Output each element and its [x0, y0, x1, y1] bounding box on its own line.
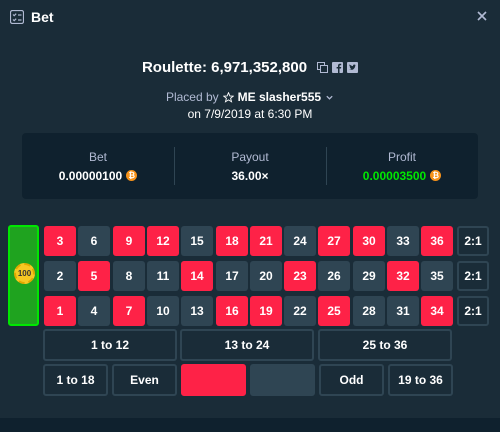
stat-payout-label: Payout — [231, 149, 269, 164]
number-cell-22[interactable]: 22 — [284, 296, 316, 326]
number-cell-16[interactable]: 16 — [216, 296, 248, 326]
chip-value: 100 — [17, 269, 32, 278]
number-cell-20[interactable]: 20 — [250, 261, 282, 291]
game-title: Roulette: 6,971,352,800 — [141, 59, 308, 76]
odd-bet[interactable]: Odd — [319, 364, 384, 396]
number-cell-17[interactable]: 17 — [216, 261, 248, 291]
number-cell-29[interactable]: 29 — [353, 261, 385, 291]
number-cell-21[interactable]: 21 — [250, 226, 282, 256]
stat-profit-label: Profit — [387, 149, 416, 164]
stat-profit-value-wrap: 0.00003500 ₿ — [362, 168, 442, 183]
number-cell-35[interactable]: 35 — [421, 261, 453, 291]
username[interactable]: ME slasher555 — [238, 90, 321, 104]
number-cell-14[interactable]: 14 — [181, 261, 213, 291]
number-cell-33[interactable]: 33 — [387, 226, 419, 256]
stat-profit: Profit 0.00003500 ₿ — [326, 133, 478, 199]
number-cell-26[interactable]: 26 — [318, 261, 350, 291]
number-cell-9[interactable]: 9 — [113, 226, 145, 256]
dozen-bet-3[interactable]: 25 to 36 — [318, 329, 452, 361]
number-cell-10[interactable]: 10 — [147, 296, 179, 326]
number-cell-24[interactable]: 24 — [284, 226, 316, 256]
bitcoin-icon: ₿ — [126, 170, 138, 181]
number-cell-27[interactable]: 27 — [318, 226, 350, 256]
dozen-bet-2[interactable]: 13 to 24 — [180, 329, 314, 361]
number-cell-25[interactable]: 25 — [318, 296, 350, 326]
number-cell-7[interactable]: 7 — [113, 296, 145, 326]
placed-by-label: Placed by — [165, 90, 219, 104]
bitcoin-icon: ₿ — [430, 170, 442, 181]
column-bet-1[interactable]: 2:1 — [457, 296, 489, 326]
twitter-icon[interactable] — [347, 62, 359, 73]
low-bet[interactable]: 1 to 18 — [43, 364, 108, 396]
window-title: Bet — [31, 9, 54, 25]
placed-by: Placed by ME slasher555 — [0, 90, 500, 104]
red-bet[interactable] — [181, 364, 246, 396]
number-cell-15[interactable]: 15 — [181, 226, 213, 256]
stat-payout: Payout 36.00× — [174, 133, 326, 199]
bottom-bar — [0, 418, 500, 432]
chevron-down-icon[interactable] — [325, 93, 334, 102]
stat-profit-value: 0.00003500 — [362, 168, 427, 183]
high-bet[interactable]: 19 to 36 — [388, 364, 453, 396]
number-cell-19[interactable]: 19 — [250, 296, 282, 326]
bet-date: on 7/9/2019 at 6:30 PM — [187, 107, 313, 121]
stat-bet-value: 0.00000100 — [58, 168, 123, 183]
number-cell-4[interactable]: 4 — [78, 296, 110, 326]
number-cell-31[interactable]: 31 — [387, 296, 419, 326]
number-cell-8[interactable]: 8 — [113, 261, 145, 291]
facebook-icon[interactable] — [332, 62, 344, 73]
number-cell-12[interactable]: 12 — [147, 226, 179, 256]
number-cell-36[interactable]: 36 — [421, 226, 453, 256]
zero-pocket[interactable]: 100 — [8, 225, 39, 326]
number-cell-30[interactable]: 30 — [353, 226, 385, 256]
star-icon — [222, 91, 234, 103]
stat-bet: Bet 0.00000100 ₿ — [22, 133, 174, 199]
even-bet[interactable]: Even — [112, 364, 177, 396]
number-cell-5[interactable]: 5 — [78, 261, 110, 291]
number-cell-1[interactable]: 1 — [44, 296, 76, 326]
number-cell-11[interactable]: 11 — [147, 261, 179, 291]
number-cell-23[interactable]: 23 — [284, 261, 316, 291]
stat-bet-label: Bet — [88, 149, 107, 164]
close-icon[interactable] — [474, 8, 490, 24]
number-cell-6[interactable]: 6 — [78, 226, 110, 256]
bet-heading: Roulette: 6,971,352,800 — [0, 59, 500, 76]
number-cell-32[interactable]: 32 — [387, 261, 419, 291]
column-bet-3[interactable]: 2:1 — [457, 226, 489, 256]
number-cell-13[interactable]: 13 — [181, 296, 213, 326]
chip-icon: 100 — [14, 263, 35, 284]
stat-payout-value: 36.00× — [231, 168, 269, 183]
number-cell-18[interactable]: 18 — [216, 226, 248, 256]
number-cell-28[interactable]: 28 — [353, 296, 385, 326]
copy-icon[interactable] — [317, 62, 329, 73]
stat-bet-value-wrap: 0.00000100 ₿ — [58, 168, 138, 183]
number-cell-2[interactable]: 2 — [44, 261, 76, 291]
bet-stats-panel: Bet 0.00000100 ₿ Payout 36.00× Profit 0.… — [22, 133, 478, 199]
column-bet-2[interactable]: 2:1 — [457, 261, 489, 291]
checklist-icon — [10, 10, 24, 24]
black-bet[interactable] — [250, 364, 315, 396]
dozen-bet-1[interactable]: 1 to 12 — [43, 329, 177, 361]
share-icons — [317, 62, 359, 73]
number-cell-3[interactable]: 3 — [44, 226, 76, 256]
title-bar: Bet — [0, 0, 500, 34]
number-cell-34[interactable]: 34 — [421, 296, 453, 326]
